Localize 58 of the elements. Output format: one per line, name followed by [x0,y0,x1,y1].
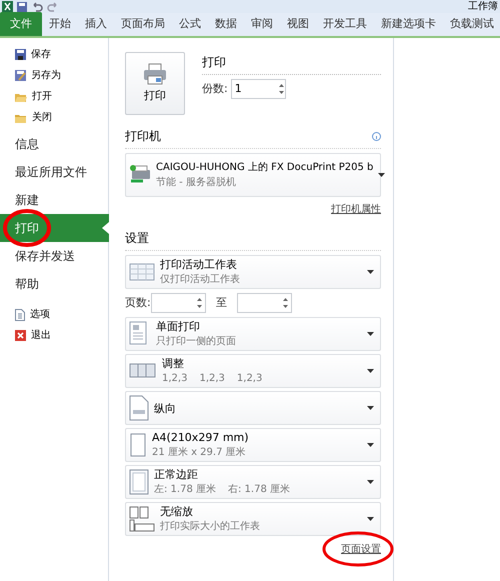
sidebar-item[interactable]: 打开 [0,86,108,107]
pages-label: 页数: [125,294,147,311]
option-description: 1,2,3 [236,372,262,386]
ribbon-tab[interactable]: 视图 [280,12,316,36]
sidebar-item[interactable]: 另存为 [0,65,108,86]
sidebar-item[interactable]: 选项 [0,304,108,325]
section-heading: 打印 [202,53,381,75]
dropdown[interactable]: 打印活动工作表 仅打印活动工作表 [125,255,381,289]
option-description: 左: 1.78 厘米 [154,482,216,497]
option-title: 纵向 [154,400,177,416]
section-heading: 设置 [125,230,150,247]
section-heading: 打印机 [125,128,162,145]
option-title: 调整 [162,356,185,371]
sidebar-item[interactable]: 信息 [0,130,108,158]
option-description: 打印实际大小的工作表 [160,520,260,534]
option-title: A4(210x297 mm) [152,430,250,445]
ribbon-tab[interactable]: 文件 [0,12,42,36]
option-description: 只打印一侧的页面 [156,334,236,349]
sidebar-item[interactable]: 保存并发送 [0,242,108,270]
sidebar-item[interactable]: 关闭 [0,107,108,128]
ribbon-tab[interactable]: 页面布局 [114,12,172,36]
option-description: 仅打印活动工作表 [160,272,240,287]
sidebar-item[interactable]: 帮助 [0,270,108,298]
option-description: 1,2,3 [162,372,188,386]
sidebar-item[interactable]: 退出 [0,325,108,346]
option-title: 打印活动工作表 [160,257,238,272]
dropdown[interactable]: 调整 1,2,3 1,2,3 1,2,3 [125,354,381,388]
option-title: 正常边距 [154,467,199,482]
ribbon-tab[interactable]: 插入 [78,12,114,36]
ribbon-tab[interactable]: 公式 [172,12,208,36]
dropdown[interactable]: 纵向 [125,391,381,425]
sidebar-item[interactable]: 保存 [0,44,108,65]
option-description: 1,2,3 [199,372,225,386]
option-description: 右: 1.78 厘米 [228,482,290,497]
dropdown[interactable]: 单面打印 只打印一侧的页面 [125,317,381,351]
ribbon-tab[interactable]: 新建选项卡 [374,12,443,36]
option-description: 21 厘米 x 29.7 厘米 [152,446,246,460]
sidebar-item[interactable]: 新建 [0,186,108,214]
copies-label: 份数: [202,80,228,97]
ribbon-tab[interactable]: 审阅 [244,12,280,36]
ribbon-tab[interactable]: 开发工具 [316,12,374,36]
option-title: 单面打印 [156,319,201,334]
sidebar-item[interactable]: 打印 [0,214,109,242]
dropdown[interactable]: A4(210x297 mm) 21 厘米 x 29.7 厘米 [125,428,381,462]
ribbon-tab[interactable]: 开始 [42,12,78,36]
copies-field[interactable]: 1 [230,79,286,99]
ribbon-tab[interactable]: 数据 [208,12,244,36]
dropdown[interactable]: 正常边距 左: 1.78 厘米 右: 1.78 厘米 [125,465,381,499]
printer-status: 节能 - 服务器脱机 [156,176,237,190]
sidebar-item[interactable]: 最近所用文件 [0,158,108,186]
ribbon-tab[interactable]: 负载测试 [443,12,500,36]
window-title: 工作簿 [468,0,498,13]
option-title: 无缩放 [160,504,194,519]
dropdown[interactable]: 无缩放 打印实际大小的工作表 [125,502,381,536]
printer-name: CAIGOU-HUHONG 上的 FX DocuPrint P205 b [156,160,374,175]
print-button[interactable]: 打印 [125,52,185,115]
pages-separator: 至 [215,294,228,311]
printer-properties-link[interactable]: 打印机属性 [331,202,381,217]
